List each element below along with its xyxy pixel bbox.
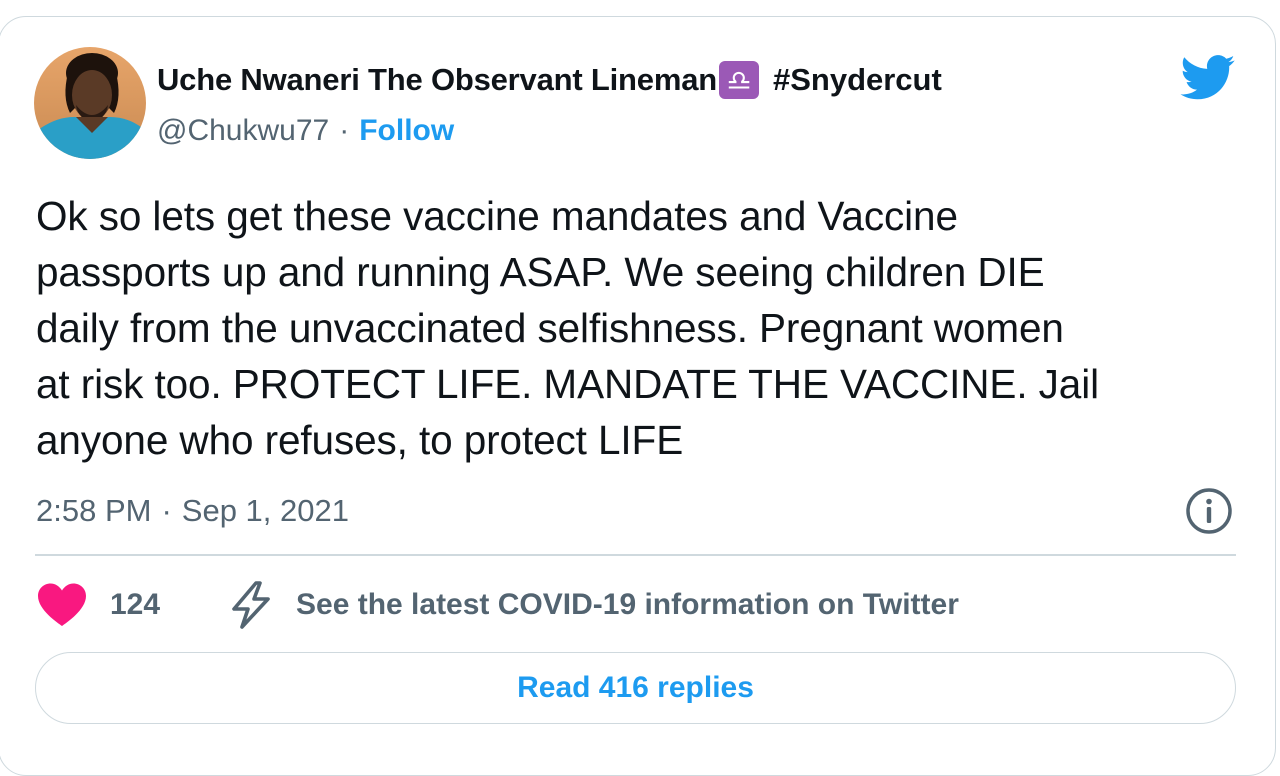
timestamp-separator: · [161, 493, 172, 528]
lightning-bolt-icon [232, 581, 270, 629]
author-name-row[interactable]: Uche Nwaneri The Observant Lineman ♎ #Sn… [157, 60, 942, 100]
info-icon[interactable] [1185, 487, 1233, 535]
tweet-text-line: daily from the unvaccinated selfishness.… [36, 305, 1064, 351]
handle-separator: · [339, 114, 350, 147]
follow-button[interactable]: Follow [359, 114, 454, 148]
tweet-text-line: passports up and running ASAP. We seeing… [36, 249, 1045, 295]
read-replies-button[interactable]: Read 416 replies [35, 652, 1236, 724]
tweet-text-line: anyone who refuses, to protect LIFE [36, 417, 684, 463]
read-replies-label[interactable]: Read 416 replies [517, 671, 754, 705]
twitter-bird-icon[interactable] [1180, 55, 1236, 101]
author-handle[interactable]: @Chukwu77 [157, 114, 329, 148]
handle-row: @Chukwu77 · Follow [157, 111, 454, 151]
tweet-time[interactable]: 2:58 PM [36, 493, 151, 529]
tweet-text: Ok so lets get these vaccine mandates an… [36, 188, 1236, 468]
like-count: 124 [110, 588, 161, 621]
libra-emoji-icon: ♎ [718, 61, 759, 99]
tweet-text-line: at risk too. PROTECT LIFE. MANDATE THE V… [36, 361, 1100, 407]
tweet-text-line: Ok so lets get these vaccine mandates an… [36, 193, 958, 239]
tweet-date[interactable]: Sep 1, 2021 [182, 493, 349, 529]
author-name-hashtag[interactable]: #Snydercut [773, 62, 942, 98]
covid-info-link[interactable]: See the latest COVID-19 information on T… [226, 578, 959, 632]
avatar[interactable] [34, 47, 146, 159]
divider [35, 554, 1236, 556]
heart-icon[interactable] [36, 582, 88, 628]
author-name[interactable]: Uche Nwaneri The Observant Lineman [157, 62, 717, 98]
covid-info-label[interactable]: See the latest COVID-19 information on T… [296, 588, 959, 622]
tweet-timestamp[interactable]: 2:58 PM · Sep 1, 2021 [36, 490, 349, 532]
like-button[interactable]: 124 [36, 580, 160, 630]
